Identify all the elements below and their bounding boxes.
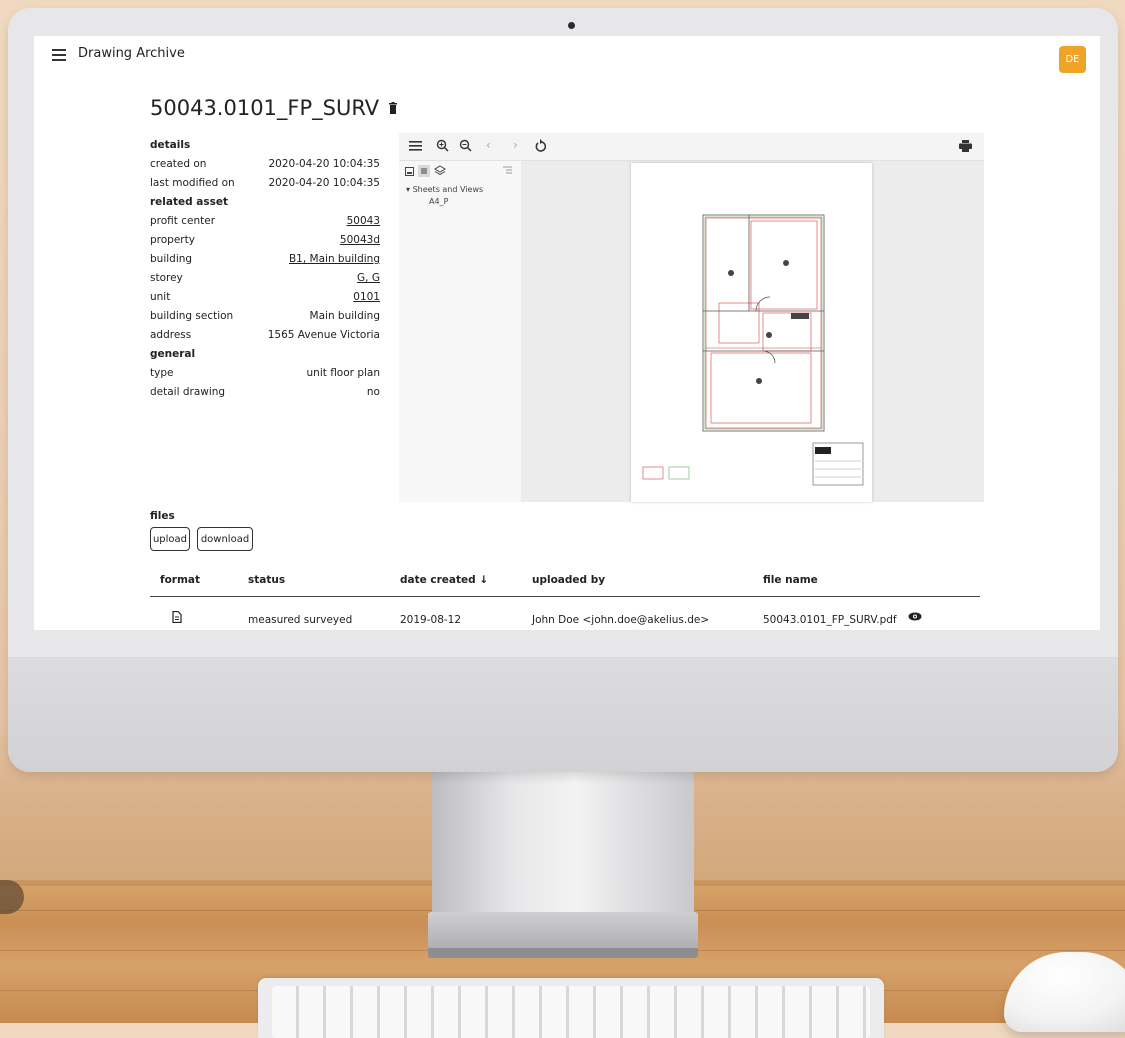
options-icon[interactable] [503, 166, 512, 175]
top-bar: Drawing Archive DE [34, 36, 1100, 76]
zoom-out-icon[interactable] [459, 139, 472, 152]
field-label: building [150, 253, 193, 265]
detail-row: type unit floor plan [150, 364, 380, 383]
user-avatar[interactable]: DE [1059, 46, 1086, 73]
outline-view-icon[interactable] [418, 165, 430, 177]
floor-plan-drawing [642, 214, 864, 486]
field-label: property [150, 234, 195, 246]
section-heading: general [150, 348, 196, 360]
detail-row: last modified on 2020-04-20 10:04:35 [150, 174, 380, 193]
field-label: building section [150, 310, 234, 322]
hamburger-menu-icon[interactable] [52, 49, 66, 61]
sheets-panel: ▾ Sheets and Views A4_P [399, 161, 521, 502]
uploaded-by-cell: John Doe <john.doe@akelius.de> [532, 614, 710, 626]
field-value: no [366, 386, 380, 398]
tree-child[interactable]: A4_P [429, 197, 448, 206]
screen: Drawing Archive DE 50043.0101_FP_SURV de… [34, 36, 1100, 630]
detail-row: building B1, Main building [150, 250, 380, 269]
zoom-in-icon[interactable] [436, 139, 449, 152]
field-label: storey [150, 272, 183, 284]
caret-down-icon[interactable]: ▾ [406, 185, 410, 194]
field-label: address [150, 329, 192, 341]
monitor-chin [8, 657, 1118, 772]
field-value: unit floor plan [306, 367, 380, 379]
files-table-header: format status date created ↓ uploaded by… [150, 566, 980, 597]
field-value: 2020-04-20 10:04:35 [268, 158, 380, 170]
menu-icon[interactable] [409, 141, 422, 151]
print-icon[interactable] [959, 140, 972, 152]
next-icon[interactable]: › [513, 138, 518, 152]
field-label: last modified on [150, 177, 235, 189]
camera [568, 22, 575, 29]
page-title: 50043.0101_FP_SURV [150, 96, 380, 120]
viewer-toolbar: ‹ › [399, 133, 984, 161]
download-button[interactable]: download [197, 527, 253, 551]
date-cell: 2019-08-12 [400, 614, 462, 626]
monitor: Drawing Archive DE 50043.0101_FP_SURV de… [8, 8, 1118, 772]
section-heading: related asset [150, 196, 229, 208]
unit-link[interactable]: 0101 [353, 288, 380, 307]
storey-link[interactable]: G, G [357, 269, 380, 288]
field-value: Main building [309, 310, 380, 322]
tree-node[interactable]: ▾ Sheets and Views [406, 185, 483, 194]
field-label: profit center [150, 215, 216, 227]
previous-icon[interactable]: ‹ [486, 138, 491, 152]
pdf-viewer: ‹ › ▾ Sheets and Views A4_P [399, 133, 984, 502]
col-uploaded-by[interactable]: uploaded by [532, 574, 605, 586]
col-status[interactable]: status [248, 574, 285, 586]
app-title: Drawing Archive [78, 46, 185, 61]
detail-row: detail drawing no [150, 383, 380, 402]
detail-row: address 1565 Avenue Victoria [150, 326, 380, 345]
drawing-page [631, 163, 872, 502]
file-name-cell[interactable]: 50043.0101_FP_SURV.pdf [763, 614, 897, 626]
upload-button[interactable]: upload [150, 527, 190, 551]
field-label: created on [150, 158, 207, 170]
property-link[interactable]: 50043d [340, 231, 380, 250]
keyboard-keys [272, 986, 870, 1038]
col-format[interactable]: format [160, 574, 200, 586]
building-link[interactable]: B1, Main building [289, 250, 380, 269]
files-heading: files [150, 510, 175, 522]
tree-label: Sheets and Views [412, 185, 484, 194]
monitor-stand [432, 770, 694, 920]
field-value: 1565 Avenue Victoria [267, 329, 380, 341]
details-panel: details created on 2020-04-20 10:04:35 la… [150, 136, 380, 402]
eye-icon[interactable] [908, 612, 922, 621]
trash-icon[interactable] [389, 102, 397, 114]
document-icon[interactable] [172, 611, 182, 623]
detail-row: building section Main building [150, 307, 380, 326]
section-heading: details [150, 139, 191, 151]
monitor-stand-foot [428, 948, 698, 958]
status-cell: measured surveyed [248, 614, 353, 626]
table-row: measured surveyed 2019-08-12 John Doe <j… [150, 608, 980, 630]
col-date-created[interactable]: date created ↓ [400, 574, 488, 586]
field-label: unit [150, 291, 171, 303]
keyboard [258, 978, 884, 1038]
field-label: detail drawing [150, 386, 226, 398]
detail-row: created on 2020-04-20 10:04:35 [150, 155, 380, 174]
detail-row: storey G, G [150, 269, 380, 288]
detail-row: property 50043d [150, 231, 380, 250]
field-value: 2020-04-20 10:04:35 [268, 177, 380, 189]
field-label: type [150, 367, 174, 379]
col-file-name[interactable]: file name [763, 574, 818, 586]
detail-row: profit center 50043 [150, 212, 380, 231]
rotate-icon[interactable] [535, 139, 547, 152]
layers-icon[interactable] [434, 165, 446, 177]
profit-center-link[interactable]: 50043 [347, 212, 380, 231]
thumbnail-view-icon[interactable] [405, 167, 414, 176]
detail-row: unit 0101 [150, 288, 380, 307]
